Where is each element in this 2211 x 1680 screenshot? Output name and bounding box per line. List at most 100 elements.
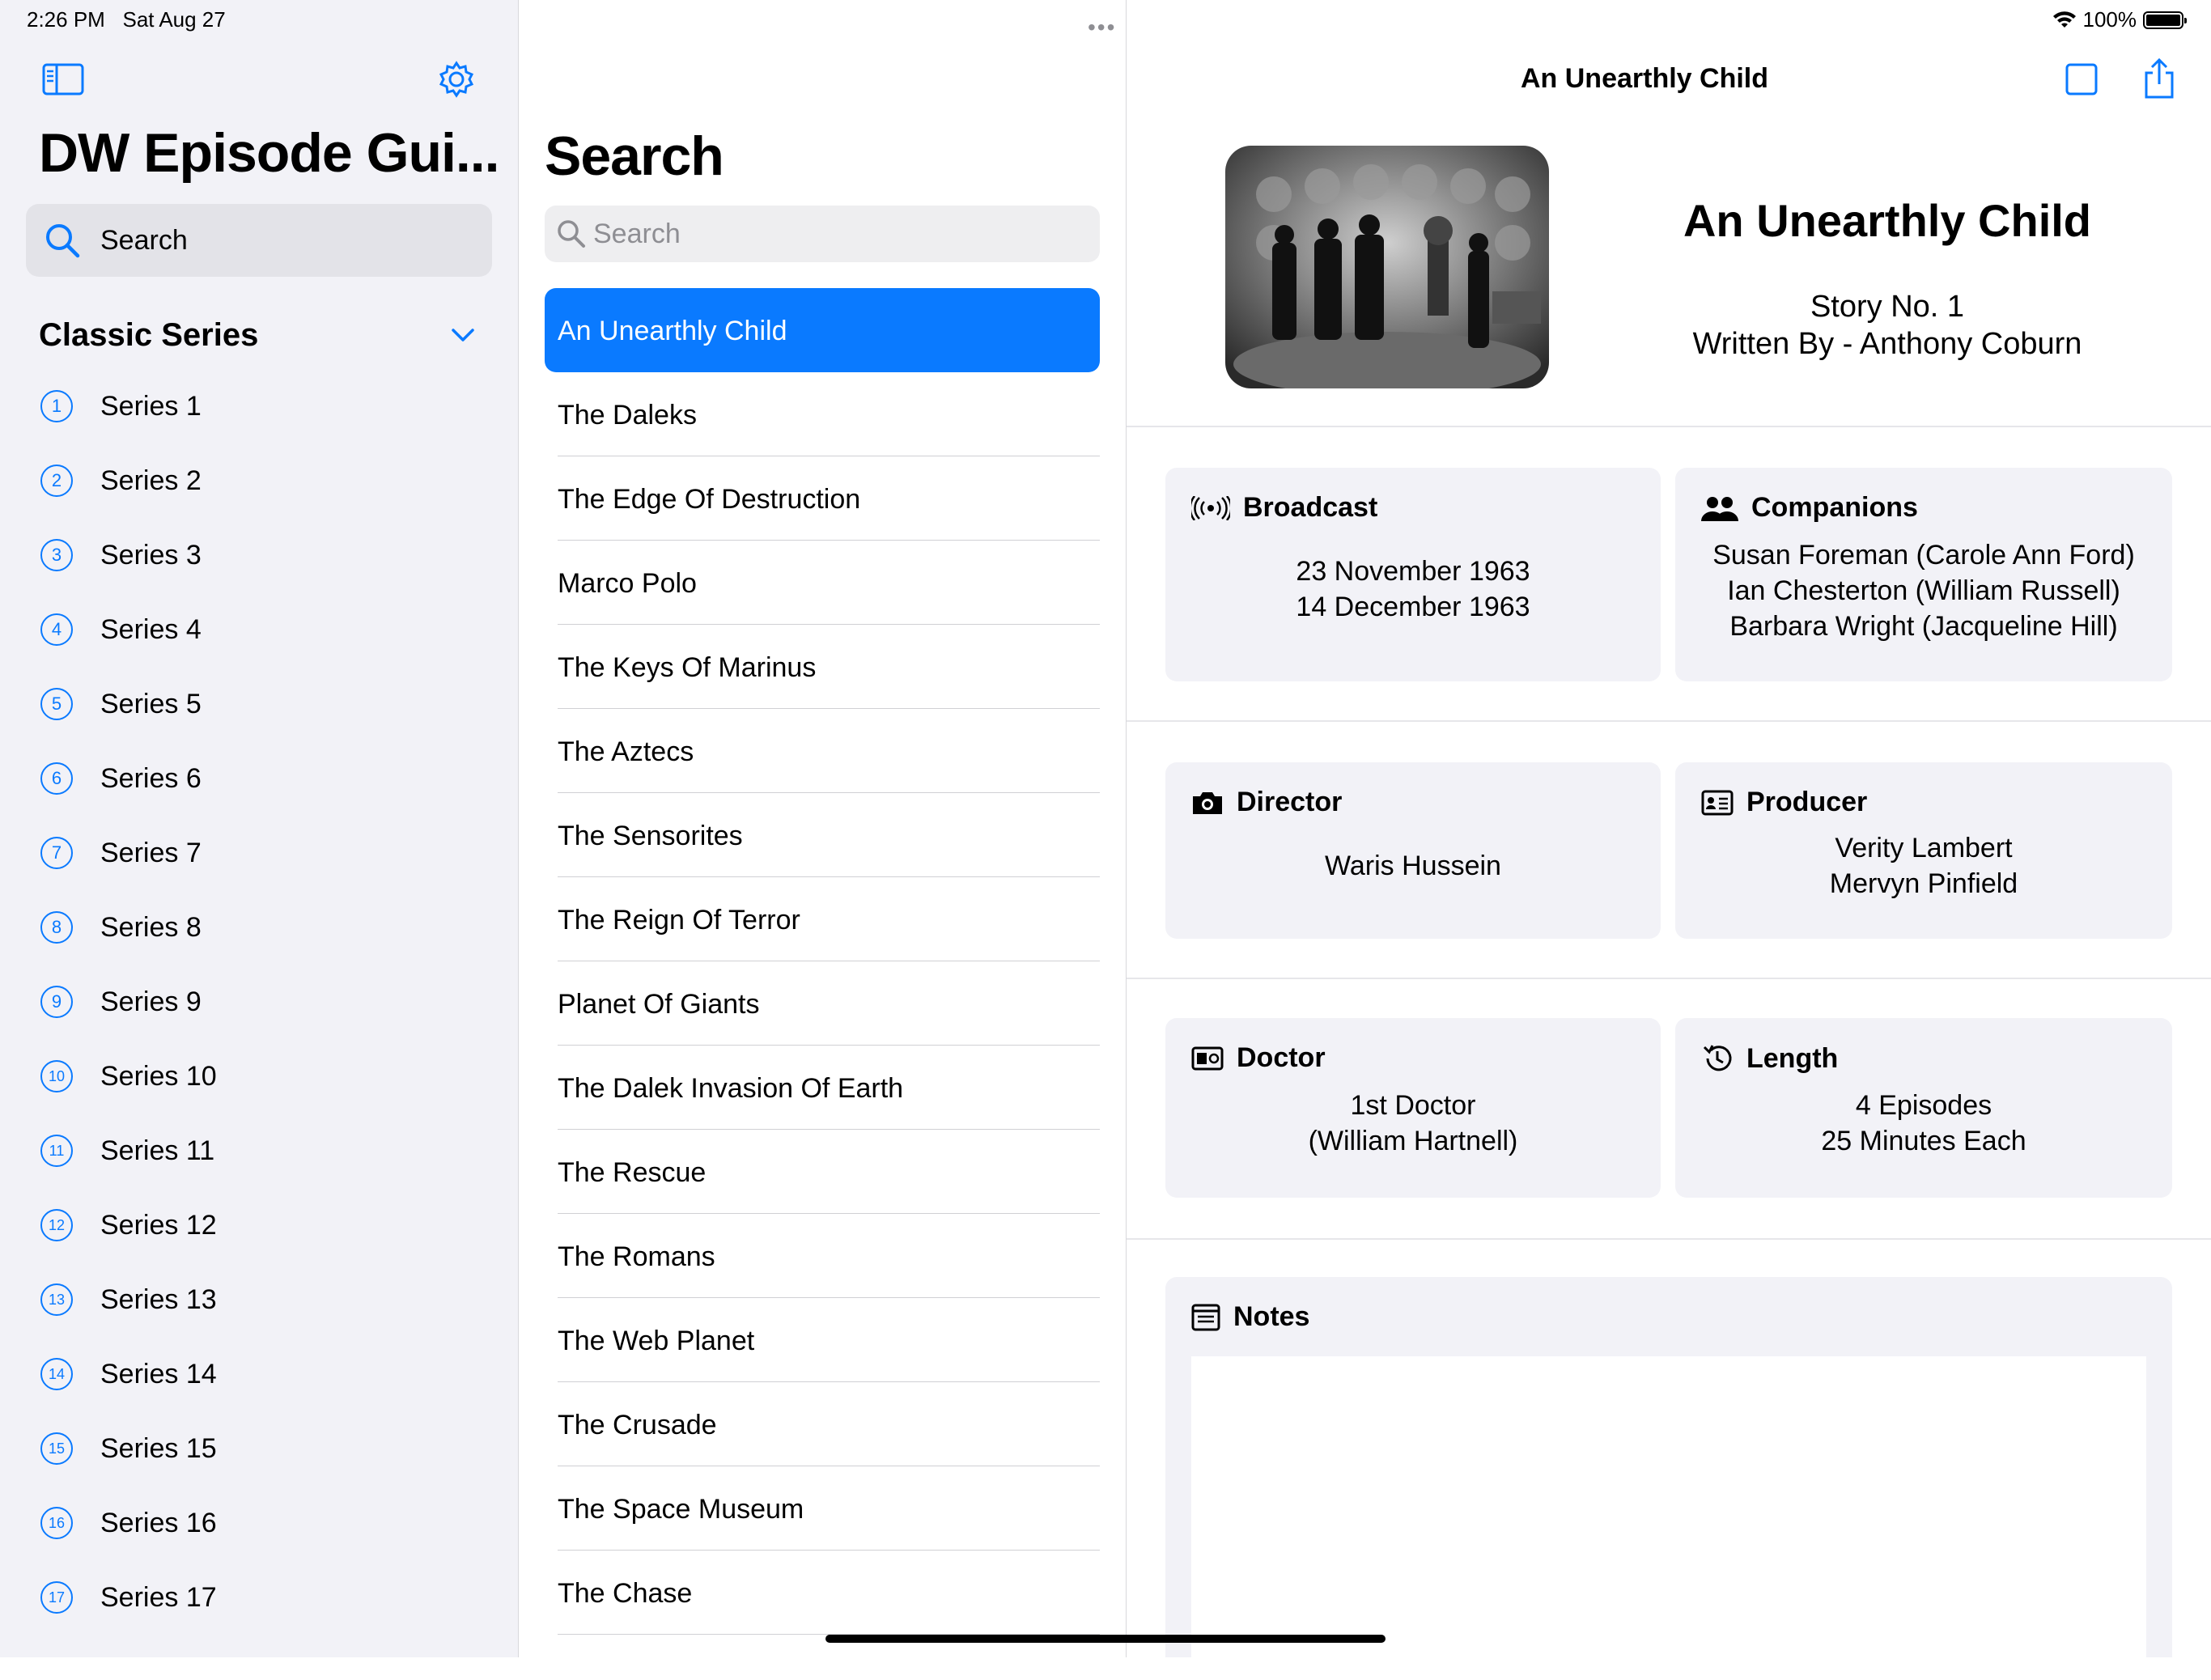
episode-title-label: The Web Planet bbox=[558, 1326, 755, 1356]
id-card-icon bbox=[1701, 790, 1734, 815]
episode-row[interactable]: The Crusade bbox=[545, 1382, 1100, 1466]
companions-header: Companions bbox=[1701, 492, 1918, 524]
episode-list: An Unearthly Child The Daleks The Edge Of … bbox=[545, 288, 1100, 1635]
search-input[interactable]: Search bbox=[545, 206, 1100, 262]
number-circle-icon: 6 bbox=[40, 762, 73, 795]
episode-row[interactable]: The Rescue bbox=[545, 1130, 1100, 1214]
episode-row[interactable]: The Space Museum bbox=[545, 1466, 1100, 1551]
episode-row[interactable]: The Keys Of Marinus bbox=[545, 625, 1100, 709]
companion-2: Ian Chesterton (William Russell) bbox=[1727, 575, 2120, 606]
sidebar-item-label: Series 6 bbox=[100, 762, 202, 794]
status-bar: 2:26 PM Sat Aug 27 100% bbox=[0, 0, 2211, 39]
doctor-card: Doctor 1st Doctor (William Hartnell) bbox=[1165, 1018, 1661, 1198]
sidebar-item-label: Series 11 bbox=[100, 1135, 215, 1166]
sidebar-item-series-11[interactable]: 11 Series 11 bbox=[40, 1114, 217, 1188]
producer-label: Producer bbox=[1746, 787, 1868, 817]
episode-title: An Unearthly Child bbox=[1683, 195, 2092, 246]
square-icon[interactable] bbox=[2064, 62, 2099, 97]
sidebar-search-button[interactable]: Search bbox=[26, 204, 492, 277]
search-title: Search bbox=[545, 125, 724, 187]
sidebar-item-series-5[interactable]: 5 Series 5 bbox=[40, 667, 217, 741]
nav-title: An Unearthly Child bbox=[1520, 63, 1769, 94]
director-value: Waris Hussein bbox=[1325, 851, 1501, 881]
episode-row[interactable]: The Reign Of Terror bbox=[545, 877, 1100, 961]
sidebar-item-series-10[interactable]: 10 Series 10 bbox=[40, 1039, 217, 1114]
sidebar-item-label: Series 1 bbox=[100, 390, 202, 422]
camera-icon bbox=[1193, 791, 1222, 814]
length-values: 4 Episodes 25 Minutes Each bbox=[1675, 1088, 2172, 1159]
sidebar-item-label: Series 2 bbox=[100, 465, 202, 496]
note-icon bbox=[1191, 1304, 1220, 1330]
episode-title-label: The Space Museum bbox=[558, 1494, 804, 1525]
episode-title-label: The Rescue bbox=[558, 1157, 707, 1188]
episode-row[interactable]: The Chase bbox=[545, 1551, 1100, 1635]
episode-row[interactable]: The Daleks bbox=[545, 372, 1100, 456]
companions-card: Companions Susan Foreman (Carole Ann For… bbox=[1675, 468, 2172, 681]
status-clock: 2:26 PM bbox=[27, 7, 105, 32]
episode-row[interactable]: Marco Polo bbox=[545, 541, 1100, 625]
sidebar-item-series-4[interactable]: 4 Series 4 bbox=[40, 592, 217, 667]
episode-row[interactable]: The Dalek Invasion Of Earth bbox=[545, 1046, 1100, 1130]
sidebar-item-series-8[interactable]: 8 Series 8 bbox=[40, 890, 217, 965]
sidebar-item-series-1[interactable]: 1 Series 1 bbox=[40, 369, 217, 443]
written-by: Written By - Anthony Coburn bbox=[1692, 327, 2082, 361]
episode-row[interactable]: The Romans bbox=[545, 1214, 1100, 1298]
number-circle-icon: 13 bbox=[40, 1283, 73, 1316]
episode-row[interactable]: The Aztecs bbox=[545, 709, 1100, 793]
last-broadcast: 14 December 1963 bbox=[1296, 592, 1530, 622]
person-badge-icon bbox=[1191, 1046, 1224, 1070]
sidebar-item-series-12[interactable]: 12 Series 12 bbox=[40, 1188, 217, 1262]
episode-row[interactable]: The Sensorites bbox=[545, 793, 1100, 877]
episode-row[interactable]: The Web Planet bbox=[545, 1298, 1100, 1382]
episode-row[interactable]: Planet Of Giants bbox=[545, 961, 1100, 1046]
length-card: Length 4 Episodes 25 Minutes Each bbox=[1675, 1018, 2172, 1198]
sidebar-item-series-7[interactable]: 7 Series 7 bbox=[40, 816, 217, 890]
broadcast-header: Broadcast bbox=[1191, 492, 1377, 524]
number-circle-icon: 9 bbox=[40, 986, 73, 1018]
gear-icon[interactable] bbox=[437, 60, 476, 99]
sidebar-item-series-9[interactable]: 9 Series 9 bbox=[40, 965, 217, 1039]
episode-duration: 25 Minutes Each bbox=[1821, 1126, 2026, 1156]
episode-row[interactable]: The Edge Of Destruction bbox=[545, 456, 1100, 541]
sidebar-item-series-15[interactable]: 15 Series 15 bbox=[40, 1411, 217, 1486]
producer-2: Mervyn Pinfield bbox=[1829, 868, 2018, 899]
sidebar-item-series-17[interactable]: 17 Series 17 bbox=[40, 1560, 217, 1635]
sidebar-item-series-2[interactable]: 2 Series 2 bbox=[40, 443, 217, 518]
doctor-actor: (William Hartnell) bbox=[1308, 1126, 1518, 1156]
first-broadcast: 23 November 1963 bbox=[1296, 556, 1530, 587]
series-list: 1 Series 1 2 Series 2 3 Series 3 4 Series 4 5 Ser… bbox=[40, 369, 217, 1635]
sidebar-title: DW Episode Gui... bbox=[39, 122, 500, 184]
doctor-header: Doctor bbox=[1191, 1042, 1326, 1074]
search-placeholder: Search bbox=[593, 218, 681, 249]
section-header-classic-series[interactable]: Classic Series bbox=[39, 317, 258, 354]
number-circle-icon: 1 bbox=[40, 390, 73, 422]
sidebar-item-label: Series 17 bbox=[100, 1581, 217, 1613]
notes-textarea[interactable] bbox=[1191, 1356, 2146, 1680]
sidebar-toggle-icon[interactable] bbox=[42, 63, 84, 95]
sidebar-item-series-3[interactable]: 3 Series 3 bbox=[40, 518, 217, 592]
sidebar-item-label: Series 10 bbox=[100, 1060, 217, 1092]
search-column: ••• Search Search An Unearthly Child The … bbox=[519, 0, 1127, 1657]
people-icon bbox=[1701, 496, 1738, 521]
director-label: Director bbox=[1237, 787, 1343, 817]
sidebar-item-series-16[interactable]: 16 Series 16 bbox=[40, 1486, 217, 1560]
number-circle-icon: 16 bbox=[40, 1507, 73, 1539]
episode-title-label: The Keys Of Marinus bbox=[558, 652, 817, 683]
sidebar-item-series-14[interactable]: 14 Series 14 bbox=[40, 1337, 217, 1411]
sidebar-item-series-6[interactable]: 6 Series 6 bbox=[40, 741, 217, 816]
episode-row[interactable]: An Unearthly Child bbox=[545, 288, 1100, 372]
number-circle-icon: 8 bbox=[40, 911, 73, 944]
sidebar-item-label: Series 5 bbox=[100, 688, 202, 719]
director-header: Director bbox=[1191, 787, 1342, 818]
sidebar-item-label: Series 13 bbox=[100, 1283, 217, 1315]
producer-card: Producer Verity Lambert Mervyn Pinfield bbox=[1675, 762, 2172, 939]
home-indicator[interactable] bbox=[825, 1635, 1386, 1643]
number-circle-icon: 7 bbox=[40, 837, 73, 869]
sidebar-item-series-13[interactable]: 13 Series 13 bbox=[40, 1262, 217, 1337]
story-number: Story No. 1 bbox=[1810, 290, 1965, 324]
number-circle-icon: 12 bbox=[40, 1209, 73, 1241]
episode-subtitle: Story No. 1 Written By - Anthony Coburn bbox=[1580, 288, 2195, 363]
share-icon[interactable] bbox=[2141, 57, 2177, 100]
chevron-down-icon[interactable] bbox=[450, 327, 476, 343]
episode-title-label: The Sensorites bbox=[558, 821, 743, 851]
